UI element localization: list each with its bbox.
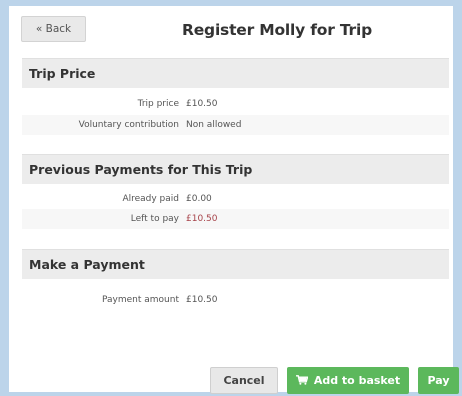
payment-amount-label: Payment amount xyxy=(102,295,179,305)
cancel-button[interactable]: Cancel xyxy=(210,367,278,394)
add-to-basket-button[interactable]: Add to basket xyxy=(287,367,409,394)
voluntary-contribution-value: Non allowed xyxy=(186,120,242,130)
payment-amount-value: £10.50 xyxy=(186,295,218,305)
trip-price-label: Trip price xyxy=(137,99,179,109)
back-button[interactable]: « Back xyxy=(21,16,86,42)
shopping-cart-icon xyxy=(295,375,308,385)
row-left-to-pay: Left to pay £10.50 xyxy=(22,209,449,229)
registration-panel: « Back Register Molly for Trip Trip Pric… xyxy=(9,6,459,394)
left-to-pay-label: Left to pay xyxy=(130,214,179,224)
section-heading-previous-payments: Previous Payments for This Trip xyxy=(22,154,449,184)
section-heading-make-payment: Make a Payment xyxy=(22,249,449,279)
already-paid-label: Already paid xyxy=(122,194,179,204)
pay-button[interactable]: Pay xyxy=(418,367,459,394)
left-to-pay-value: £10.50 xyxy=(186,214,218,224)
page-title: Register Molly for Trip xyxy=(182,21,372,39)
row-payment-amount: Payment amount £10.50 xyxy=(22,290,449,310)
trip-price-value: £10.50 xyxy=(186,99,218,109)
row-already-paid: Already paid £0.00 xyxy=(22,189,449,209)
section-heading-trip-price: Trip Price xyxy=(22,58,449,88)
voluntary-contribution-label: Voluntary contribution xyxy=(78,120,179,130)
already-paid-value: £0.00 xyxy=(186,194,212,204)
add-to-basket-label: Add to basket xyxy=(313,374,401,387)
row-voluntary-contribution: Voluntary contribution Non allowed xyxy=(22,115,449,135)
row-trip-price: Trip price £10.50 xyxy=(22,94,449,114)
